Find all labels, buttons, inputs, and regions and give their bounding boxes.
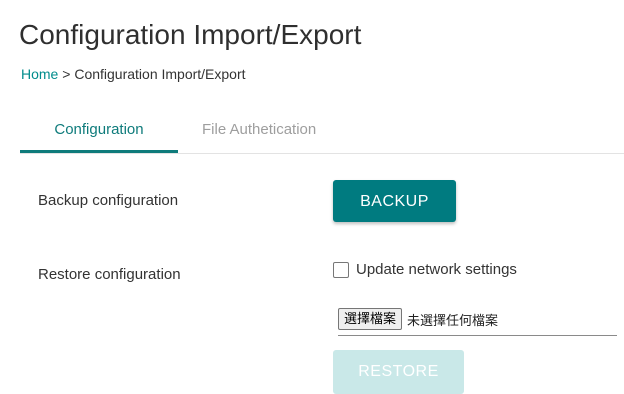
tab-bar: Configuration File Authetication — [20, 112, 624, 154]
tab-file-authentication[interactable]: File Authetication — [202, 112, 316, 150]
choose-file-button[interactable]: 選擇檔案 — [338, 308, 403, 330]
breadcrumb-separator: > — [62, 66, 71, 82]
update-network-settings-checkbox[interactable] — [333, 261, 349, 278]
breadcrumb-current: Configuration Import/Export — [74, 66, 246, 82]
backup-button[interactable]: BACKUP — [333, 180, 456, 222]
breadcrumb: Home > Configuration Import/Export — [21, 65, 246, 83]
update-network-settings-label: Update network settings — [356, 261, 517, 279]
restore-configuration-label: Restore configuration — [38, 266, 181, 283]
tab-configuration[interactable]: Configuration — [20, 112, 178, 153]
backup-configuration-label: Backup configuration — [38, 192, 179, 209]
config-import-export-page: Configuration Import/Export Home > Confi… — [0, 0, 624, 394]
breadcrumb-home-link[interactable]: Home — [21, 66, 58, 82]
restore-button[interactable]: RESTORE — [333, 350, 464, 394]
update-network-settings-option[interactable]: Update network settings — [333, 261, 517, 283]
page-title: Configuration Import/Export — [19, 19, 362, 50]
file-status-text: 未選擇任何檔案 — [407, 312, 499, 328]
restore-file-input[interactable]: 選擇檔案 未選擇任何檔案 — [338, 305, 617, 336]
